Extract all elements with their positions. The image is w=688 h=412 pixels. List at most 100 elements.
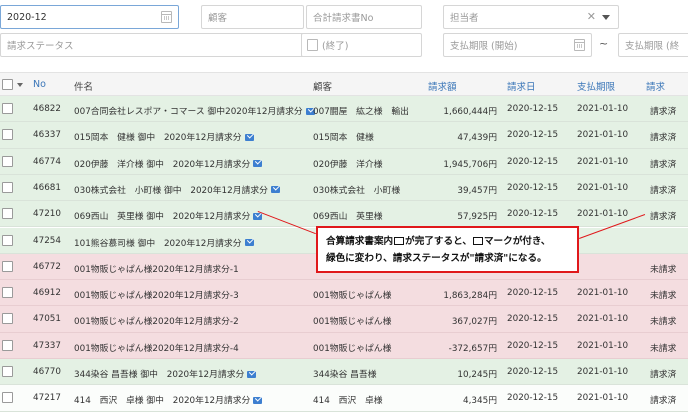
table-row[interactable]: 47051 001物販じゃぱん様2020年12月請求分-2 001物販じゃぱん様 36…: [0, 306, 688, 333]
row-customer: 344染谷 昌吾様: [313, 370, 377, 380]
column-header-date[interactable]: 請求日: [507, 79, 536, 93]
calendar-icon[interactable]: [574, 39, 585, 51]
table-row[interactable]: 46681 030株式会社 小町様 御中 2020年12月請求分 030株式会社 小…: [0, 174, 688, 202]
callout-text-a: 合算請求書案内: [326, 236, 394, 247]
chevron-down-icon[interactable]: [602, 15, 610, 20]
table-row[interactable]: 47210 069西山 英里様 御中 2020年12月請求分 069西山 英里様 57…: [0, 201, 688, 228]
due-start-input[interactable]: 支払期限 (開始): [443, 33, 592, 57]
row-status: 請求済: [650, 107, 677, 117]
row-checkbox[interactable]: [2, 287, 13, 299]
row-checkbox[interactable]: [2, 234, 13, 246]
row-date: 2020-12-15: [507, 182, 559, 193]
row-title-text[interactable]: 020伊藤 洋介様 御中 2020年12月請求分: [74, 160, 250, 170]
assignee-select[interactable]: 担当者 ✕: [443, 5, 619, 29]
calendar-icon[interactable]: [161, 11, 172, 23]
row-title-text[interactable]: 001物販じゃぱん様2020年12月請求分-4: [74, 344, 239, 354]
row-checkbox[interactable]: [2, 208, 13, 220]
row-title-text[interactable]: 069西山 英里様 御中 2020年12月請求分: [74, 212, 250, 222]
row-checkbox[interactable]: [2, 155, 13, 167]
row-title[interactable]: 001物販じゃぱん様2020年12月請求分-3: [74, 288, 239, 301]
row-checkbox[interactable]: [2, 366, 13, 377]
envelope-icon: [253, 212, 263, 220]
customer-filter-placeholder: 顧客: [208, 13, 228, 24]
select-all-checkbox[interactable]: [2, 79, 13, 90]
envelope-icon: [247, 370, 257, 378]
row-title[interactable]: 007合同会社レスポア・コマース 御中2020年12月請求分: [74, 104, 315, 117]
column-header-status[interactable]: 請求: [646, 79, 665, 93]
row-checkbox[interactable]: [2, 181, 13, 193]
row-amount: -372,657円: [448, 343, 497, 354]
status-filter-select[interactable]: 請求ステータス: [0, 33, 307, 57]
row-no: 46772: [33, 261, 61, 272]
row-date: 2020-12-15: [507, 288, 559, 299]
column-header-no[interactable]: No: [33, 79, 46, 90]
row-amount: 1,863,284円: [443, 291, 497, 302]
row-title[interactable]: 015岡本 健様 御中 2020年12月請求分: [74, 130, 254, 143]
table-header: No 件名 顧客 請求額 請求日 支払期限 請求: [0, 72, 688, 96]
invoice-no-filter-input[interactable]: 合計請求書No: [306, 5, 422, 29]
row-title[interactable]: 030株式会社 小町様 御中 2020年12月請求分: [74, 183, 280, 196]
table-row[interactable]: 46822 007合同会社レスポア・コマース 御中2020年12月請求分 007闘屋…: [0, 96, 688, 123]
row-checkbox[interactable]: [2, 313, 13, 325]
row-title-text[interactable]: 007合同会社レスポア・コマース 御中2020年12月請求分: [74, 107, 303, 117]
row-no: 46681: [33, 182, 61, 193]
table-row[interactable]: 46774 020伊藤 洋介様 御中 2020年12月請求分 020伊藤 洋介様 1,…: [0, 148, 688, 175]
date-end-placeholder: (終了): [322, 41, 349, 52]
month-filter-value: 2020-12: [7, 11, 47, 23]
table-row[interactable]: 47337 001物販じゃぱん様2020年12月請求分-4 001物販じゃぱん様 -3…: [0, 332, 688, 359]
row-amount: 367,027円: [451, 317, 497, 328]
assignee-select-placeholder: 担当者: [450, 13, 479, 24]
row-title-text[interactable]: 001物販じゃぱん様2020年12月請求分-3: [74, 291, 239, 301]
row-checkbox[interactable]: [2, 260, 13, 272]
row-amount: 1,660,444円: [443, 107, 497, 117]
row-date: 2020-12-15: [507, 209, 559, 220]
row-title[interactable]: 101熊谷慕司様 御中 2020年12月請求分: [74, 236, 254, 249]
envelope-icon: [394, 237, 405, 245]
due-end-input[interactable]: 支払期限 (終: [618, 33, 688, 57]
row-title[interactable]: 001物販じゃぱん様2020年12月請求分-1: [74, 262, 239, 275]
row-title-text[interactable]: 344染谷 昌吾様 御中 2020年12月請求分: [74, 370, 244, 380]
table-row[interactable]: 46912 001物販じゃぱん様2020年12月請求分-3 001物販じゃぱん様 1,…: [0, 280, 688, 307]
table-row[interactable]: 46337 015岡本 健様 御中 2020年12月請求分 015岡本 健様 47,4…: [0, 122, 688, 149]
row-status: 未請求: [650, 264, 677, 275]
row-date: 2020-12-15: [507, 393, 559, 404]
row-no: 46822: [33, 104, 61, 114]
row-status: 請求済: [650, 396, 677, 407]
callout-text-b: が完了すると、: [405, 236, 472, 247]
row-title-text[interactable]: 030株式会社 小町様 御中 2020年12月請求分: [74, 186, 268, 196]
column-header-amount[interactable]: 請求額: [428, 79, 457, 93]
row-checkbox[interactable]: [2, 129, 13, 141]
row-title-text[interactable]: 101熊谷慕司様 御中 2020年12月請求分: [74, 239, 242, 249]
clear-icon[interactable]: ✕: [587, 10, 596, 23]
row-title[interactable]: 020伊藤 洋介様 御中 2020年12月請求分: [74, 157, 263, 170]
row-title[interactable]: 414 西沢 卓様 御中 2020年12月請求分: [74, 393, 263, 406]
envelope-icon: [244, 133, 254, 141]
customer-filter-input[interactable]: 顧客: [201, 5, 304, 29]
callout-text-c: マークが付き、: [483, 236, 551, 247]
row-title[interactable]: 344染谷 昌吾様 御中 2020年12月請求分: [74, 367, 257, 380]
column-header-customer[interactable]: 顧客: [313, 79, 332, 93]
month-filter-input[interactable]: 2020-12: [0, 5, 179, 29]
row-title[interactable]: 001物販じゃぱん様2020年12月請求分-4: [74, 341, 239, 354]
table-row[interactable]: 46770 344染谷 昌吾様 御中 2020年12月請求分 344染谷 昌吾様 10…: [0, 359, 688, 386]
calendar-icon[interactable]: [307, 39, 318, 51]
envelope-icon: [472, 237, 483, 245]
row-title-text[interactable]: 001物販じゃぱん様2020年12月請求分-1: [74, 265, 239, 275]
row-title-text[interactable]: 001物販じゃぱん様2020年12月請求分-2: [74, 317, 239, 327]
row-checkbox[interactable]: [2, 392, 13, 404]
row-no: 46912: [33, 288, 61, 299]
table-row[interactable]: 47217 414 西沢 卓様 御中 2020年12月請求分 414 西沢 卓様 4,…: [0, 385, 688, 412]
row-title[interactable]: 001物販じゃぱん様2020年12月請求分-2: [74, 314, 239, 327]
chevron-down-icon[interactable]: [17, 83, 23, 87]
row-title-text[interactable]: 015岡本 健様 御中 2020年12月請求分: [74, 133, 242, 143]
row-no: 47254: [33, 235, 61, 246]
column-header-title[interactable]: 件名: [74, 79, 93, 93]
row-amount: 39,457円: [457, 185, 497, 196]
row-status: 請求済: [650, 370, 677, 380]
row-checkbox[interactable]: [2, 339, 13, 351]
date-end-input[interactable]: (終了): [301, 33, 422, 57]
row-checkbox[interactable]: [2, 103, 13, 114]
row-title[interactable]: 069西山 英里様 御中 2020年12月請求分: [74, 209, 263, 222]
row-amount: 1,945,706円: [443, 159, 497, 170]
column-header-due[interactable]: 支払期限: [577, 79, 615, 93]
